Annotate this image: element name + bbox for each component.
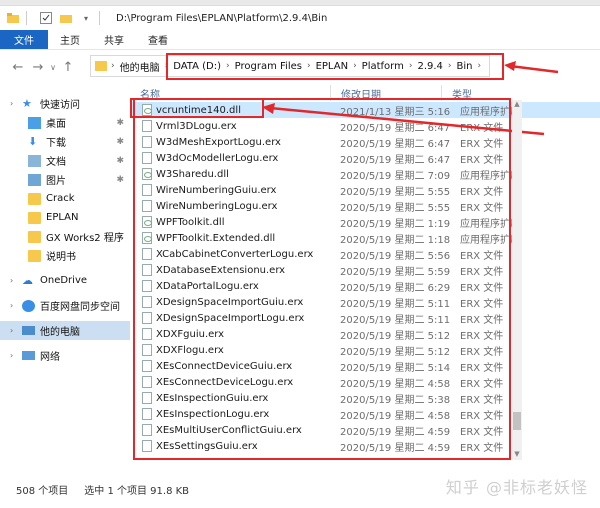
sidebar-item-gx-works2[interactable]: GX Works2 程序 <box>0 227 130 246</box>
pin-icon: ✱ <box>116 174 124 185</box>
pin-icon: ✱ <box>116 155 124 166</box>
expand-chevron-icon[interactable]: › <box>10 99 13 108</box>
scroll-up-icon[interactable]: ▲ <box>512 100 522 110</box>
title-bar: ▾ D:\Program Files\EPLAN\Platform\2.9.4\… <box>0 6 600 30</box>
sidebar-item-label: 百度网盘同步空间 <box>40 302 120 313</box>
expand-chevron-icon[interactable]: › <box>10 301 13 310</box>
window-title: D:\Program Files\EPLAN\Platform\2.9.4\Bi… <box>116 12 328 24</box>
file-list-highlight-box <box>133 98 511 460</box>
folder-icon <box>28 230 41 243</box>
expand-chevron-icon[interactable]: › <box>10 351 13 360</box>
sidebar-item-label: GX Works2 程序 <box>46 233 124 244</box>
recent-chevron-icon[interactable]: ∨ <box>48 57 58 77</box>
folder-icon <box>6 11 20 25</box>
sidebar-item-baidu-sync[interactable]: › 百度网盘同步空间 <box>0 296 130 315</box>
sidebar-item-label: 他的电脑 <box>40 327 80 338</box>
sidebar-item-eplan[interactable]: EPLAN <box>0 208 130 227</box>
star-icon: ★ <box>22 96 32 110</box>
divider <box>99 11 100 25</box>
sidebar-item-crack[interactable]: Crack <box>0 189 130 208</box>
expand-chevron-icon[interactable]: › <box>10 326 13 335</box>
tab-share[interactable]: 共享 <box>92 30 136 49</box>
back-arrow-icon[interactable]: ← <box>8 57 28 77</box>
red-arrow-icon <box>504 61 559 74</box>
folder-icon <box>28 211 41 224</box>
tab-view[interactable]: 查看 <box>136 30 180 49</box>
sidebar-item-label: 图片 <box>46 176 66 187</box>
watermark-text: 知乎 @非标老妖怪 <box>445 478 588 497</box>
documents-folder-icon <box>28 154 41 167</box>
sidebar-item-label: 快速访问 <box>40 100 80 111</box>
folder-icon <box>95 61 107 71</box>
baidu-disk-icon <box>22 299 35 312</box>
sidebar-item-label: 说明书 <box>46 252 76 263</box>
item-count: 508 个项目 <box>16 485 69 497</box>
vertical-scrollbar[interactable]: ▲ ▼ <box>512 100 522 460</box>
download-folder-icon: ⬇ <box>28 134 38 148</box>
pin-icon: ✱ <box>116 136 124 147</box>
sidebar-item-label: Crack <box>46 193 75 204</box>
tab-home[interactable]: 主页 <box>48 30 92 49</box>
scroll-down-icon[interactable]: ▼ <box>512 450 522 460</box>
breadcrumb-this-pc[interactable]: 他的电脑 <box>115 59 165 74</box>
red-arrow-icon <box>262 103 545 136</box>
pictures-folder-icon <box>28 173 41 186</box>
pin-icon: ✱ <box>116 117 124 128</box>
sidebar-item-label: 下载 <box>46 138 66 149</box>
new-folder-icon[interactable] <box>59 11 73 25</box>
sidebar-item-label: OneDrive <box>40 275 88 286</box>
divider <box>26 11 27 25</box>
customize-toolbar-icon[interactable]: ▾ <box>79 11 93 25</box>
expand-chevron-icon[interactable]: › <box>10 276 13 285</box>
desktop-folder-icon <box>28 116 41 129</box>
sidebar-item-label: 桌面 <box>46 119 66 130</box>
computer-icon <box>22 326 35 335</box>
sidebar-item-label: 网络 <box>40 352 60 363</box>
sidebar-item-pictures[interactable]: 图片 ✱ <box>0 170 130 189</box>
properties-checkbox-icon[interactable] <box>39 11 53 25</box>
sidebar-item-this-pc[interactable]: › 他的电脑 <box>0 321 130 340</box>
sidebar-item-documents[interactable]: 文档 ✱ <box>0 151 130 170</box>
tab-file[interactable]: 文件 <box>0 30 48 49</box>
network-icon <box>22 351 35 360</box>
sidebar-item-label: EPLAN <box>46 212 79 223</box>
forward-arrow-icon[interactable]: → <box>28 57 48 77</box>
up-arrow-icon[interactable]: ↑ <box>58 57 78 77</box>
sidebar-item-onedrive[interactable]: › ☁ OneDrive <box>0 271 130 290</box>
sidebar-item-quick-access[interactable]: › ★ 快速访问 <box>0 94 130 113</box>
selection-info: 选中 1 个项目 91.8 KB <box>84 485 190 497</box>
folder-icon <box>28 192 41 205</box>
sidebar-item-desktop[interactable]: 桌面 ✱ <box>0 113 130 132</box>
folder-icon <box>28 249 41 262</box>
cloud-icon: ☁ <box>22 273 33 287</box>
sidebar-item-downloads[interactable]: ⬇ 下载 ✱ <box>0 132 130 151</box>
sidebar-item-network[interactable]: › 网络 <box>0 346 130 365</box>
ribbon-tabs: 文件 主页 共享 查看 <box>0 30 600 50</box>
scrollbar-thumb[interactable] <box>513 412 521 430</box>
address-highlight-box <box>166 53 504 80</box>
sidebar-item-label: 文档 <box>46 157 66 168</box>
sidebar-item-manual[interactable]: 说明书 <box>0 246 130 265</box>
navigation-pane: › ★ 快速访问 桌面 ✱ ⬇ 下载 ✱ 文档 ✱ 图片 ✱ Crack EPL… <box>0 84 130 470</box>
